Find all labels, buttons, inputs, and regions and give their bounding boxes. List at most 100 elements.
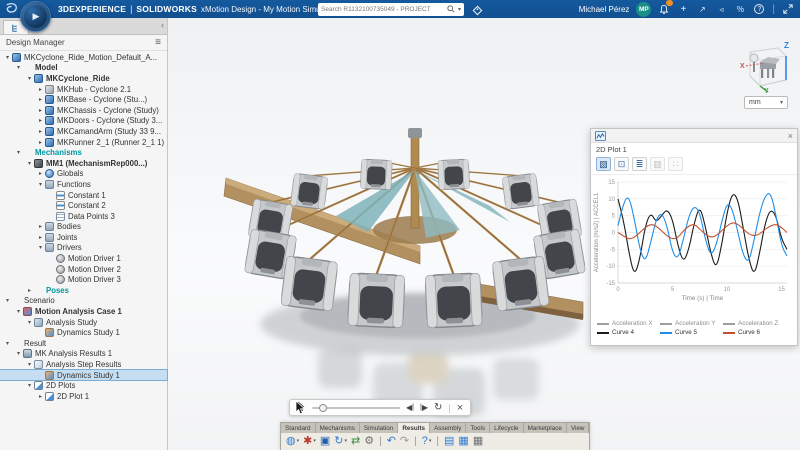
tree-item[interactable]: ▾Result xyxy=(0,338,167,349)
tree-item[interactable]: ▸2D Plot 1 xyxy=(0,391,167,402)
render-style-button[interactable]: ✱▾ xyxy=(302,434,317,448)
tab-assembly[interactable]: Assembly xyxy=(430,423,466,433)
caret-icon[interactable]: ▾ xyxy=(313,438,316,444)
tab-tools[interactable]: Tools xyxy=(466,423,490,433)
tree-item[interactable]: ▾MKCyclone_Ride xyxy=(0,73,167,84)
tab-view[interactable]: View xyxy=(567,423,590,433)
help-button[interactable]: ?▾ xyxy=(421,434,433,448)
update-button[interactable]: ⇄ xyxy=(350,434,361,448)
tree-item[interactable]: ▾Analysis Study xyxy=(0,317,167,328)
tree-item[interactable]: ▾Mechanisms xyxy=(0,147,167,158)
expand-open-icon[interactable]: ▾ xyxy=(3,340,12,347)
tree-item[interactable]: ▸MKHub - Cyclone 2.1 xyxy=(0,84,167,95)
expand-open-icon[interactable]: ▾ xyxy=(14,308,23,315)
step-back-button[interactable]: ◀| xyxy=(406,404,414,412)
plot-edit-button[interactable]: ▧ xyxy=(596,157,611,171)
tab-marketplace[interactable]: Marketplace xyxy=(524,423,567,433)
tree-item[interactable]: ▾MM1 (MechanismRep000...) xyxy=(0,158,167,169)
expand-open-icon[interactable]: ▾ xyxy=(14,149,23,156)
expand-closed-icon[interactable]: ▸ xyxy=(36,128,45,135)
fit-view-button[interactable]: ⊡ xyxy=(614,157,629,171)
curve-list-button[interactable]: ≣ xyxy=(632,157,647,171)
legend-entry[interactable]: Curve 5 xyxy=(660,328,723,337)
tab-results[interactable]: Results xyxy=(398,423,430,433)
search-input[interactable] xyxy=(321,6,444,13)
tab-lifecycle[interactable]: Lifecycle xyxy=(490,423,524,433)
sidebar-collapse-icon[interactable]: ‹ xyxy=(161,20,164,30)
connect-icon[interactable]: ◃ xyxy=(715,3,727,15)
expand-open-icon[interactable]: ▾ xyxy=(14,350,23,357)
expand-closed-icon[interactable]: ▸ xyxy=(36,107,45,114)
expand-open-icon[interactable]: ▾ xyxy=(36,181,45,188)
search-options-caret-icon[interactable]: ▾ xyxy=(458,6,461,13)
view-cube[interactable]: Z Y X xyxy=(738,40,792,99)
legend-entry[interactable]: Acceleration Y xyxy=(660,319,723,328)
tree-item[interactable]: ▾Analysis Step Results xyxy=(0,359,167,370)
tag-icon[interactable] xyxy=(472,3,483,21)
plot-panel-header[interactable]: × xyxy=(591,129,797,143)
timeline-slider[interactable] xyxy=(312,407,400,409)
expand-open-icon[interactable]: ▾ xyxy=(3,297,12,304)
plot-close-icon[interactable]: × xyxy=(788,131,793,141)
expand-open-icon[interactable]: ▾ xyxy=(25,319,34,326)
settings-gear-button[interactable]: ⚙ xyxy=(363,434,375,448)
export-table-button[interactable]: ▦ xyxy=(457,434,469,448)
legend-entry[interactable]: Curve 6 xyxy=(723,328,786,337)
units-dropdown[interactable]: mm ▾ xyxy=(744,96,788,109)
expand-open-icon[interactable]: ▾ xyxy=(36,244,45,251)
tree-item[interactable]: ▾Scenario xyxy=(0,296,167,307)
tree-item[interactable]: ▸MKRunner 2_1 (Runner 2_1 1) xyxy=(0,137,167,148)
panel-menu-icon[interactable]: ≡ xyxy=(155,37,161,48)
tools-icon[interactable]: ％ xyxy=(734,3,746,15)
tree-item[interactable]: ▸MKBase - Cyclone (Stu...) xyxy=(0,94,167,105)
tree-item[interactable]: ▸Globals xyxy=(0,169,167,180)
caret-icon[interactable]: ▾ xyxy=(297,438,300,444)
tree-item[interactable]: ▸MKChassis - Cyclone (Study) xyxy=(0,105,167,116)
expand-closed-icon[interactable]: ▸ xyxy=(36,170,45,177)
expand-open-icon[interactable]: ▾ xyxy=(25,382,34,389)
expand-closed-icon[interactable]: ▸ xyxy=(25,287,34,294)
reload-button[interactable]: ↻▾ xyxy=(333,434,348,448)
table-view-button[interactable]: ▦ xyxy=(472,434,484,448)
tree-item[interactable]: Constant 2 xyxy=(0,200,167,211)
share-icon[interactable]: ↗ xyxy=(696,3,708,15)
user-avatar[interactable]: MP xyxy=(636,2,651,17)
tree-item[interactable]: Motion Driver 2 xyxy=(0,264,167,275)
expand-closed-icon[interactable]: ▸ xyxy=(36,86,45,93)
expand-closed-icon[interactable]: ▸ xyxy=(36,223,45,230)
add-icon[interactable]: + xyxy=(677,3,689,15)
tree-item[interactable]: ▾MKCyclone_Ride_Motion_Default_A... xyxy=(0,52,167,63)
tree-item[interactable]: ▸Joints xyxy=(0,232,167,243)
tree-item[interactable]: ▸Poses xyxy=(0,285,167,296)
expand-closed-icon[interactable]: ▸ xyxy=(36,234,45,241)
collapse-window-icon[interactable] xyxy=(782,3,794,15)
3dexperience-compass[interactable]: ▶ xyxy=(20,1,51,32)
tree-item[interactable]: Dynamics Study 1 xyxy=(0,370,167,381)
expand-closed-icon[interactable]: ▸ xyxy=(36,117,45,124)
search-box[interactable]: ▾ xyxy=(318,3,464,16)
tree-item[interactable]: Motion Driver 1 xyxy=(0,253,167,264)
tree-item[interactable]: ▾Model xyxy=(0,63,167,74)
tree-item[interactable]: ▾2D Plots xyxy=(0,380,167,391)
expand-open-icon[interactable]: ▾ xyxy=(3,54,12,61)
compass-play-icon[interactable]: ▶ xyxy=(33,12,40,21)
caret-icon[interactable]: ▾ xyxy=(429,438,432,444)
plot-chart[interactable]: -15-10-5051015051015Time (s) | TimeAccel… xyxy=(591,175,795,313)
tree-item[interactable]: Motion Driver 3 xyxy=(0,274,167,285)
legend-entry[interactable]: Acceleration Z xyxy=(723,319,786,328)
legend-entry[interactable]: Curve 4 xyxy=(597,328,660,337)
user-name[interactable]: Michael Pérez xyxy=(579,5,630,14)
expand-open-icon[interactable]: ▾ xyxy=(14,64,23,71)
tree-item[interactable]: ▾Drivers xyxy=(0,243,167,254)
expand-open-icon[interactable]: ▾ xyxy=(25,160,34,167)
loop-button[interactable]: ↻ xyxy=(434,403,442,413)
tab-simulation[interactable]: Simulation xyxy=(360,423,398,433)
tree-item[interactable]: ▾Motion Analysis Case 1 xyxy=(0,306,167,317)
plot-window-button[interactable]: ▤ xyxy=(443,434,455,448)
expand-closed-icon[interactable]: ▸ xyxy=(36,96,45,103)
tree-item[interactable]: Data Points 3 xyxy=(0,211,167,222)
help-icon[interactable]: ? xyxy=(753,3,765,15)
search-icon[interactable] xyxy=(447,5,455,13)
tree-item[interactable]: ▸MKDoors - Cyclone (Study 3... xyxy=(0,116,167,127)
legend-entry[interactable]: Acceleration X xyxy=(597,319,660,328)
